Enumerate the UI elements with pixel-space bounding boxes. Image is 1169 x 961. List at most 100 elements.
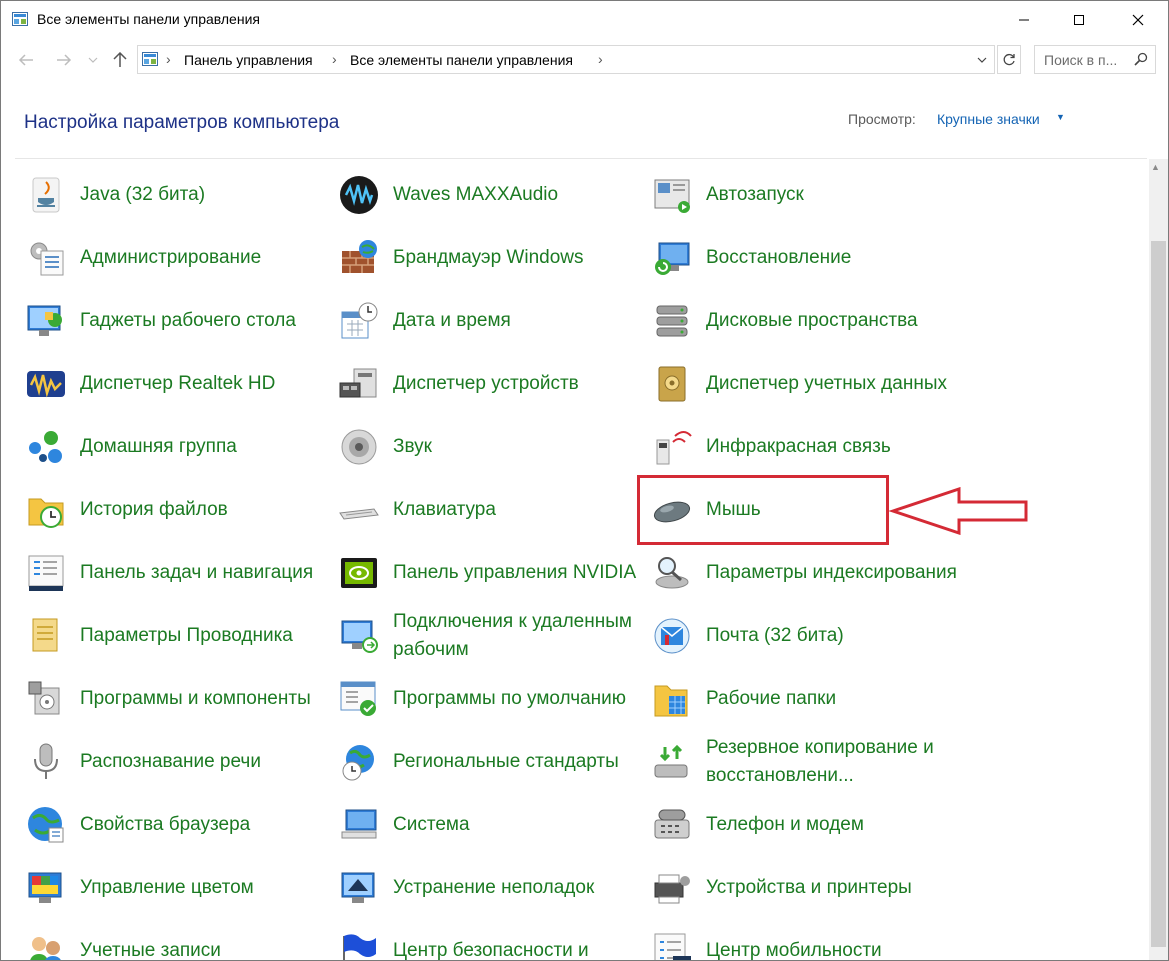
control-panel-item-mail[interactable]: Почта (32 бита) (651, 608, 951, 664)
control-panel-item-autoplay[interactable]: Автозапуск (651, 167, 951, 223)
storage-spaces-icon (651, 300, 693, 342)
back-button[interactable] (15, 49, 37, 71)
navigation-bar: › Панель управления › Все элементы панел… (1, 43, 1168, 77)
control-panel-item-keyboard[interactable]: Клавиатура (338, 482, 638, 538)
control-panel-item-waves[interactable]: Waves MAXXAudio (338, 167, 638, 223)
control-panel-item-label: Устройства и принтеры (706, 877, 912, 898)
control-panel-item-label: Панель задач и навигация (80, 562, 314, 583)
control-panel-item-gadgets[interactable]: Гаджеты рабочего стола (25, 293, 325, 349)
control-panel-item-label: Гаджеты рабочего стола (80, 310, 296, 331)
close-icon (1132, 14, 1144, 26)
control-panel-item-label: Центр безопасности и (393, 940, 589, 961)
programs-icon (25, 678, 67, 720)
refresh-button[interactable] (997, 45, 1021, 74)
system-icon (338, 804, 380, 846)
internet-options-icon (25, 804, 67, 846)
control-panel-item-storage-spaces[interactable]: Дисковые пространства (651, 293, 951, 349)
address-bar[interactable]: › Панель управления › Все элементы панел… (137, 45, 995, 74)
chevron-down-icon (88, 57, 98, 63)
control-panel-item-color-management[interactable]: Управление цветом (25, 860, 325, 916)
devices-printers-icon (651, 867, 693, 909)
control-panel-item-phone-modem[interactable]: Телефон и модем (651, 797, 951, 853)
admin-tools-icon (25, 237, 67, 279)
refresh-icon (1003, 53, 1015, 65)
control-panel-item-label: Центр мобильности (706, 940, 882, 961)
control-panel-item-system[interactable]: Система (338, 797, 638, 853)
control-panel-item-label: Диспетчер устройств (393, 373, 579, 394)
control-panel-item-explorer-options[interactable]: Параметры Проводника (25, 608, 325, 664)
breadcrumb-control-panel[interactable]: Панель управления (184, 52, 313, 68)
control-panel-item-security-center[interactable]: Центр безопасности и (338, 923, 638, 960)
view-mode-dropdown[interactable]: Крупные значки (937, 111, 1040, 127)
taskbar-icon (25, 552, 67, 594)
control-panel-item-sound[interactable]: Звук (338, 419, 638, 475)
control-panel-item-label: История файлов (80, 499, 228, 520)
homegroup-icon (25, 426, 67, 468)
control-panel-item-label: Телефон и модем (706, 814, 864, 835)
close-button[interactable] (1115, 1, 1161, 39)
control-panel-item-user-accounts[interactable]: Учетные записи (25, 923, 325, 960)
forward-button[interactable] (53, 49, 75, 71)
control-panel-item-devices-printers[interactable]: Устройства и принтеры (651, 860, 951, 916)
control-panel-item-backup[interactable]: Резервное копирование и восстановлени... (651, 734, 951, 790)
control-panel-item-work-folders[interactable]: Рабочие папки (651, 671, 951, 727)
control-panel-item-recovery[interactable]: Восстановление (651, 230, 951, 286)
control-panel-item-mobility-center[interactable]: Центр мобильности (651, 923, 951, 960)
control-panel-item-label: Дисковые пространства (706, 310, 918, 331)
control-panel-item-admin-tools[interactable]: Администрирование (25, 230, 325, 286)
chevron-down-icon (977, 57, 987, 63)
breadcrumb-separator-icon: › (332, 51, 337, 67)
file-history-icon (25, 489, 67, 531)
mail-icon (651, 615, 693, 657)
scroll-up-icon[interactable]: ▲ (1151, 162, 1160, 172)
back-arrow-icon (18, 54, 33, 66)
control-panel-item-region[interactable]: Региональные стандарты (338, 734, 638, 790)
default-programs-icon (338, 678, 380, 720)
control-panel-item-label: Дата и время (393, 310, 511, 331)
scrollbar-thumb[interactable] (1151, 241, 1166, 947)
control-panel-item-label: Региональные стандарты (393, 751, 619, 772)
address-dropdown-button[interactable] (972, 49, 992, 71)
control-panel-item-default-programs[interactable]: Программы по умолчанию (338, 671, 638, 727)
control-panel-item-microphone[interactable]: Распознавание речи (25, 734, 325, 790)
control-panel-item-programs[interactable]: Программы и компоненты (25, 671, 325, 727)
control-panel-item-label: Резервное копирование и восстановлени... (706, 737, 934, 786)
control-panel-item-troubleshooting[interactable]: Устранение неполадок (338, 860, 638, 916)
search-input[interactable]: Поиск в п... (1044, 52, 1132, 68)
mobility-center-icon (651, 930, 693, 960)
search-box[interactable]: Поиск в п... (1034, 45, 1156, 74)
control-panel-item-internet-options[interactable]: Свойства браузера (25, 797, 325, 853)
view-label: Просмотр: (848, 111, 916, 127)
control-panel-item-taskbar[interactable]: Панель задач и навигация (25, 545, 325, 601)
control-panel-item-realtek[interactable]: Диспетчер Realtek HD (25, 356, 325, 412)
control-panel-item-java[interactable]: Java (32 бита) (25, 167, 325, 223)
gadgets-icon (25, 300, 67, 342)
breadcrumb-all-items[interactable]: Все элементы панели управления (350, 52, 573, 68)
control-panel-item-label: Система (393, 814, 470, 835)
control-panel-item-label: Почта (32 бита) (706, 625, 844, 646)
maximize-button[interactable] (1056, 1, 1102, 39)
nvidia-icon (338, 552, 380, 594)
control-panel-item-homegroup[interactable]: Домашняя группа (25, 419, 325, 475)
infrared-icon (651, 426, 693, 468)
remote-desktop-icon (338, 615, 380, 657)
control-panel-item-infrared[interactable]: Инфракрасная связь (651, 419, 951, 475)
control-panel-item-nvidia[interactable]: Панель управления NVIDIA (338, 545, 638, 601)
recent-locations-button[interactable] (85, 49, 101, 71)
control-panel-item-device-manager[interactable]: Диспетчер устройств (338, 356, 638, 412)
control-panel-item-file-history[interactable]: История файлов (25, 482, 325, 538)
search-icon[interactable] (1134, 52, 1148, 66)
control-panel-item-datetime[interactable]: Дата и время (338, 293, 638, 349)
control-panel-item-label: Java (32 бита) (80, 184, 206, 205)
control-panel-item-label: Рабочие папки (706, 688, 837, 709)
control-panel-item-indexing[interactable]: Параметры индексирования (651, 545, 957, 601)
control-panel-item-remote-desktop[interactable]: Подключения к удаленным рабочим (338, 608, 638, 664)
up-button[interactable] (109, 49, 131, 71)
control-panel-item-firewall[interactable]: Брандмауэр Windows (338, 230, 638, 286)
control-panel-item-label: Клавиатура (393, 499, 496, 520)
control-panel-item-credential-manager[interactable]: Диспетчер учетных данных (651, 356, 951, 412)
caret-down-icon[interactable]: ▼ (1056, 112, 1065, 122)
sound-icon (338, 426, 380, 468)
minimize-button[interactable] (1001, 1, 1047, 39)
control-panel-item-label: Устранение неполадок (393, 877, 595, 898)
